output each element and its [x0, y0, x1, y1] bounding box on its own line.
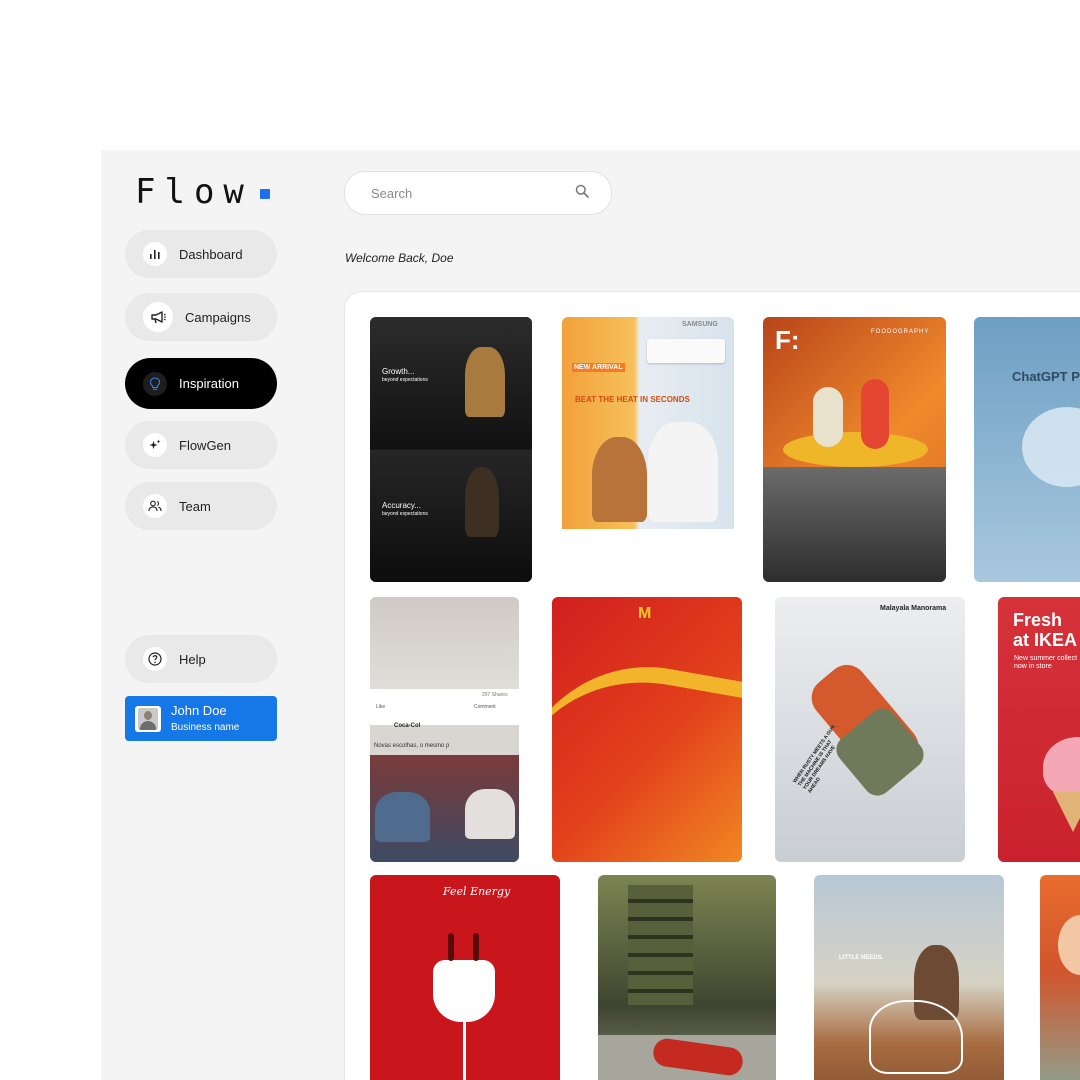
card-text: M: [638, 605, 652, 622]
sidebar-item-inspiration[interactable]: Inspiration: [125, 358, 277, 409]
logo-dot: [260, 189, 270, 199]
sidebar-item-label: Inspiration: [179, 376, 239, 391]
ikea-ad[interactable]: Fresh at IKEA New summer collect now in …: [998, 597, 1080, 862]
card-text: New summer collect: [1014, 655, 1078, 662]
search-bar[interactable]: [344, 171, 612, 215]
card-text: Fresh: [1013, 610, 1063, 630]
card-text: FOODOGRAPHY: [871, 329, 930, 335]
sparkles-icon: [143, 433, 167, 457]
help-button[interactable]: Help: [125, 635, 277, 683]
coca-cola-energy-ad[interactable]: Feel Energy: [370, 875, 560, 1080]
inspiration-gallery: Growth... beyond expectations Accuracy..…: [344, 291, 1080, 1080]
malayala-manorama-ad[interactable]: Malayala Manorama WHEN RUSTY MEETS A GUY…: [775, 597, 965, 862]
sidebar-item-label: Dashboard: [179, 246, 243, 262]
sidebar-item-label: Team: [179, 498, 211, 514]
coca-cola-social-ad[interactable]: 297 Shares Like Comment Coca-Col Novas e…: [370, 597, 519, 862]
lightbulb-icon: [143, 371, 167, 396]
card-text: Novas escolhas, o mesmo p: [374, 743, 450, 749]
search-input[interactable]: [369, 184, 563, 202]
card-text: Like: [376, 704, 386, 710]
help-circle-icon: [143, 647, 167, 671]
card-text: Growth...: [382, 367, 415, 376]
sidebar-item-label: Campaigns: [185, 309, 251, 325]
card-text: Comment: [474, 704, 496, 710]
sidebar-item-team[interactable]: Team: [125, 482, 277, 530]
card-text: BEAT THE HEAT IN SECONDS: [575, 395, 690, 404]
card-text: beyond expectations: [382, 511, 428, 517]
samsung-ac-ad[interactable]: SAMSUNG NEW ARRIVAL BEAT THE HEAT IN SEC…: [562, 317, 734, 582]
megaphone-icon: [143, 302, 173, 332]
card-text: Feel Energy: [443, 885, 511, 898]
app-window: Flow Dashboard Campaigns Inspiration Flo…: [101, 150, 1080, 1080]
profile-card[interactable]: John Doe Business name: [125, 696, 277, 741]
card-text: 297 Shares: [482, 692, 508, 698]
card-text: Accuracy...: [382, 501, 421, 510]
sidebar-item-dashboard[interactable]: Dashboard: [125, 230, 277, 278]
chatgpt-ad[interactable]: ChatGPT Pr: [974, 317, 1080, 582]
card-text: F:: [775, 325, 800, 355]
little-needs-ad[interactable]: LITTLE NEEDS.: [814, 875, 1004, 1080]
card-text: ChatGPT Pr: [1012, 369, 1080, 384]
card-text: Coca-Col: [394, 723, 421, 729]
card-text: NEW ARRIVAL: [572, 363, 625, 372]
welcome-message: Welcome Back, Doe: [345, 251, 454, 265]
users-icon: [143, 494, 167, 518]
card-text: beyond expectations: [382, 377, 428, 383]
search-icon[interactable]: [575, 184, 589, 203]
card-text: LITTLE NEEDS.: [839, 955, 884, 961]
card-text: now in store: [1014, 663, 1052, 670]
bar-chart-icon: [143, 242, 167, 266]
profile-business: Business name: [171, 721, 240, 733]
sidebar-item-flowgen[interactable]: FlowGen: [125, 421, 277, 469]
mcdonalds-ad[interactable]: M: [552, 597, 742, 862]
sidebar-item-campaigns[interactable]: Campaigns: [125, 293, 277, 341]
card-text: SAMSUNG: [682, 321, 718, 328]
sidebar-item-label: FlowGen: [179, 437, 232, 453]
profile-name: John Doe: [171, 702, 227, 718]
portrait-ad[interactable]: [1040, 875, 1080, 1080]
avatar: [135, 705, 161, 732]
card-text: Malayala Manorama: [880, 605, 947, 612]
spiderman-ad[interactable]: [598, 875, 776, 1080]
card-text: at IKEA: [1013, 630, 1078, 650]
growth-accuracy-ad[interactable]: Growth... beyond expectations Accuracy..…: [370, 317, 532, 582]
help-label: Help: [179, 651, 206, 667]
foodography-ad[interactable]: F: FOODOGRAPHY: [763, 317, 946, 582]
flow-logo[interactable]: Flow: [135, 172, 253, 212]
